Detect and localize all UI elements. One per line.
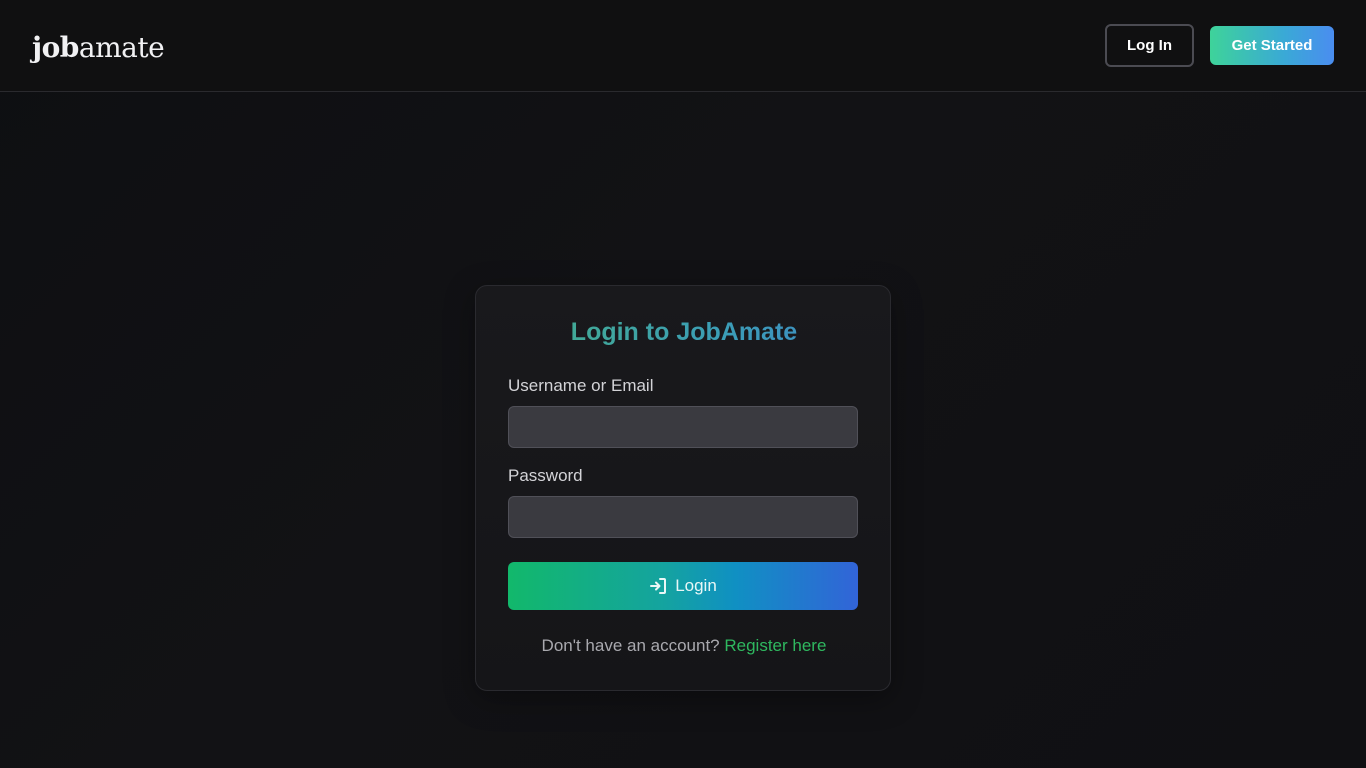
password-label: Password xyxy=(508,466,583,485)
logo-text-job: job xyxy=(32,31,79,64)
logo-text-amate: amate xyxy=(78,31,165,64)
top-navigation-bar: job amate Log In Get Started xyxy=(0,0,1366,92)
signup-prompt: Don't have an account? Register here xyxy=(476,636,892,656)
login-submit-button[interactable]: Login xyxy=(508,562,858,610)
username-input[interactable] xyxy=(508,406,858,448)
sign-in-icon xyxy=(649,577,667,595)
header-login-label: Log In xyxy=(1127,37,1172,54)
login-card: Login to JobAmate Username or Email Pass… xyxy=(475,285,891,691)
register-link[interactable]: Register here xyxy=(724,636,826,655)
get-started-button[interactable]: Get Started xyxy=(1210,26,1334,65)
header-login-button[interactable]: Log In xyxy=(1105,24,1194,67)
signup-prompt-text: Don't have an account? xyxy=(541,636,720,655)
login-submit-label: Login xyxy=(675,576,717,595)
jobamate-logo[interactable]: job amate xyxy=(32,26,165,64)
password-input[interactable] xyxy=(508,496,858,538)
get-started-label: Get Started xyxy=(1231,37,1313,54)
login-title: Login to JobAmate xyxy=(476,318,892,347)
username-label: Username or Email xyxy=(508,376,654,395)
